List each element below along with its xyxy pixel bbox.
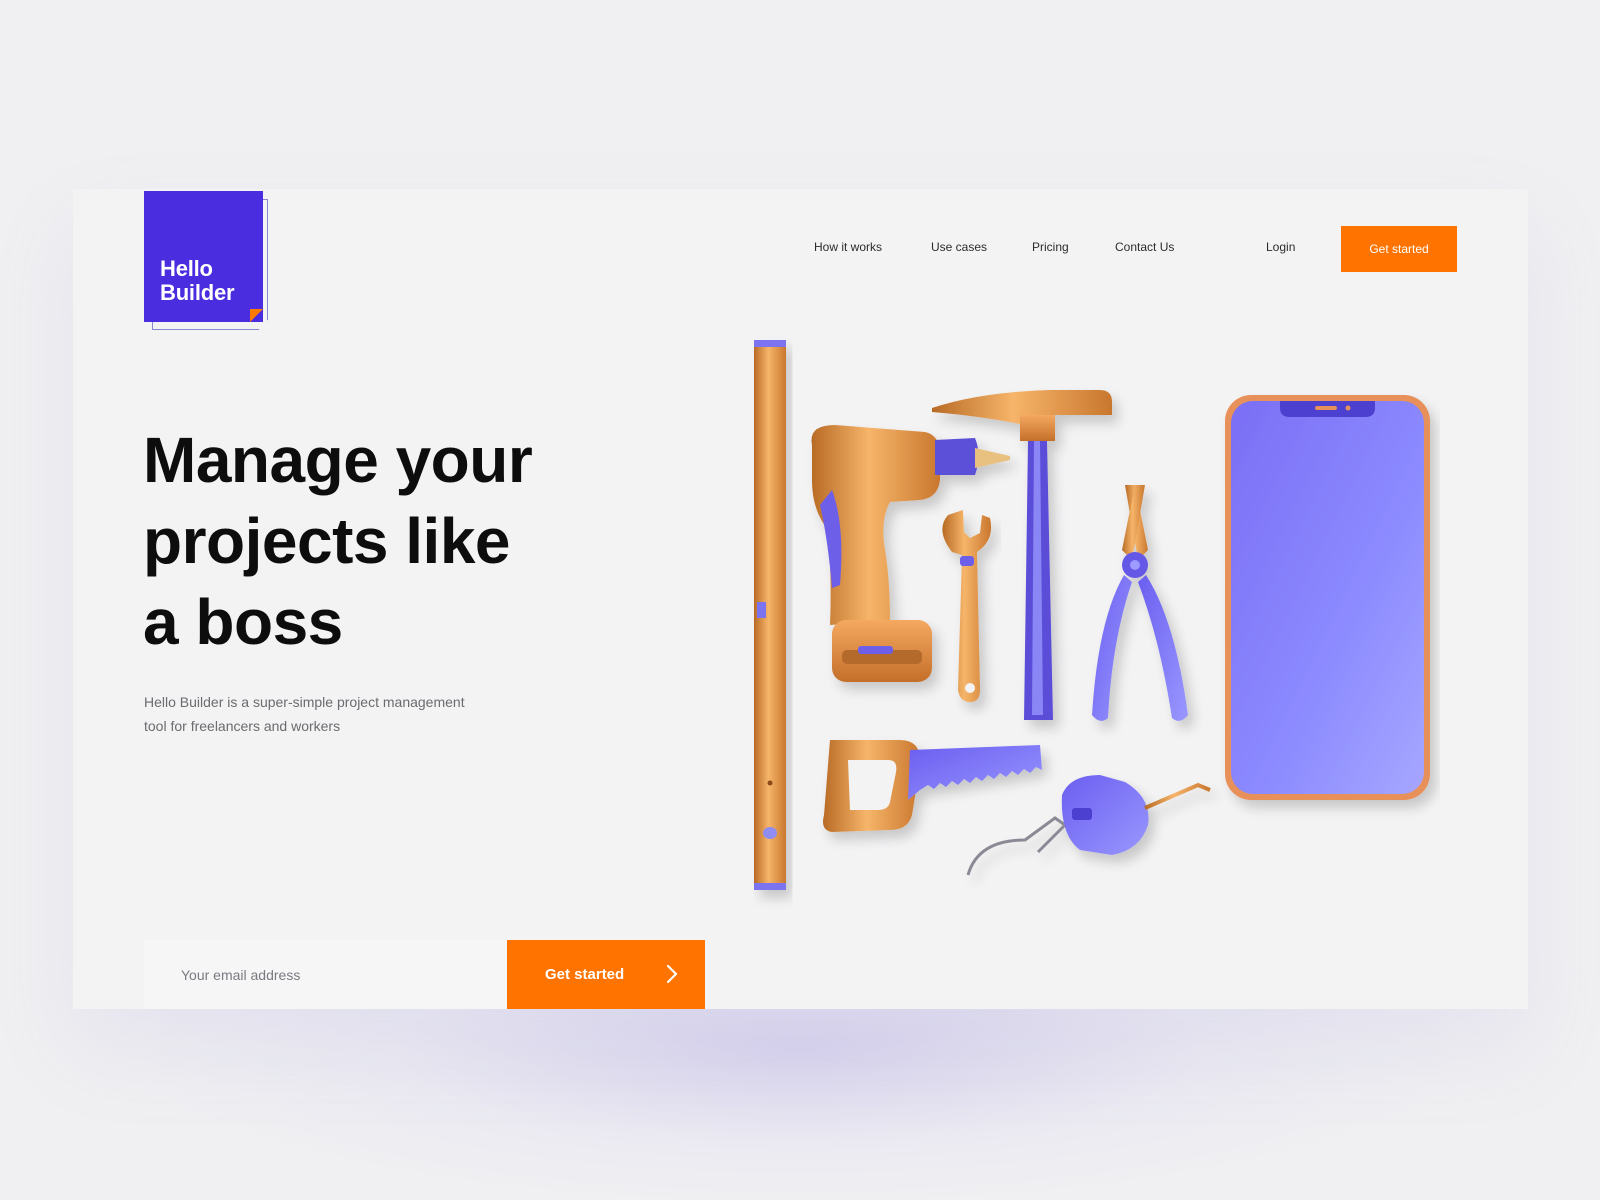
- nav-link-pricing[interactable]: Pricing: [1032, 240, 1069, 254]
- hero-get-started-button[interactable]: Get started: [507, 940, 705, 1009]
- hero-subtext: Hello Builder is a super-simple project …: [144, 694, 465, 734]
- pliers: [1092, 485, 1188, 721]
- logo[interactable]: Hello Builder: [144, 191, 270, 331]
- logo-line-2: Builder: [160, 280, 235, 305]
- hero-cta-label: Get started: [545, 966, 625, 983]
- headline-line-3: a boss: [143, 586, 343, 658]
- nav-link-contact-us[interactable]: Contact Us: [1115, 240, 1174, 254]
- smartphone: [1225, 395, 1430, 800]
- email-input[interactable]: [144, 940, 507, 1009]
- headline-line-2: projects like: [143, 505, 511, 577]
- nav-link-how-it-works[interactable]: How it works: [814, 240, 882, 254]
- tape-measure: [966, 775, 1211, 876]
- login-link[interactable]: Login: [1266, 240, 1295, 254]
- chevron-right-icon: [666, 964, 678, 984]
- hand-saw: [823, 740, 1042, 832]
- spirit-level: [754, 340, 786, 890]
- hero-headline: Manage your projects like a boss: [143, 420, 623, 663]
- wrench: [942, 510, 992, 702]
- power-drill: [811, 425, 1010, 682]
- nav-get-started-button[interactable]: Get started: [1341, 226, 1457, 272]
- nav-link-use-cases[interactable]: Use cases: [931, 240, 987, 254]
- tools-illustration: [754, 340, 1430, 890]
- logo-text: Hello Builder: [160, 256, 235, 305]
- logo-line-1: Hello: [160, 256, 213, 281]
- headline-line-1: Manage your: [143, 424, 533, 496]
